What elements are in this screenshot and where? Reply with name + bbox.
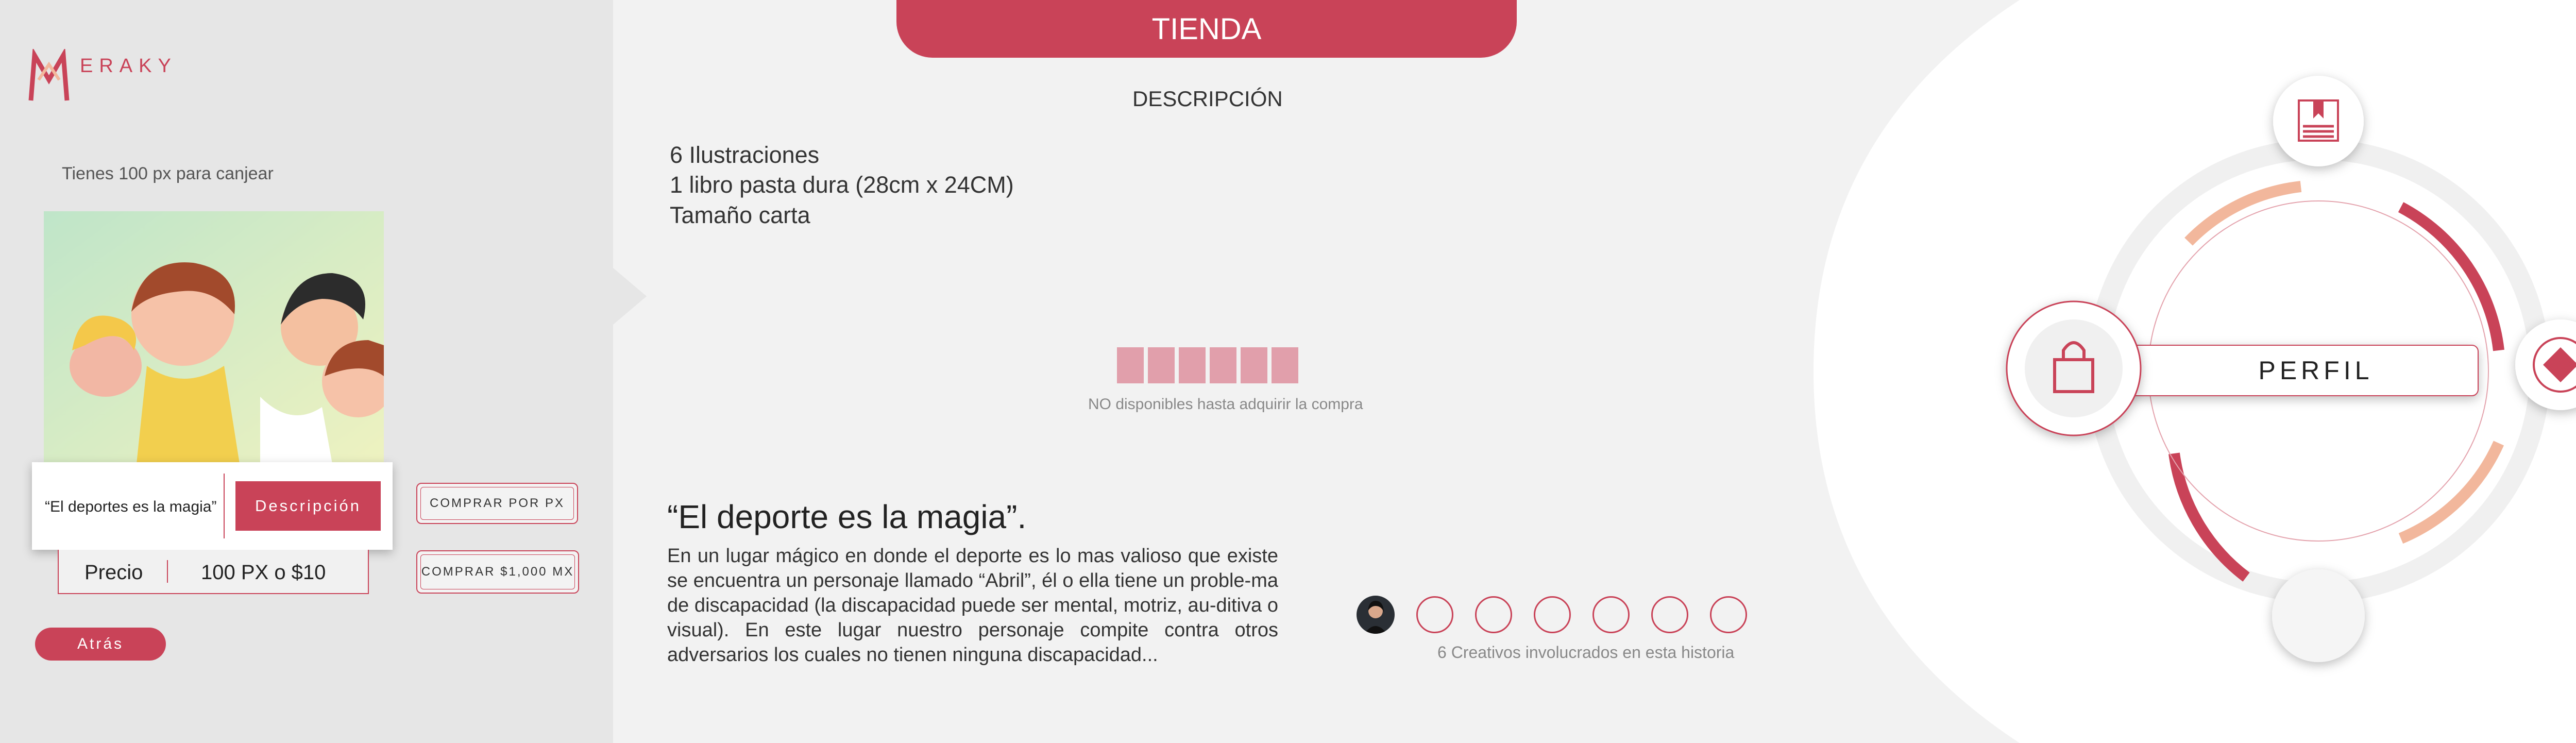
- creative-slot[interactable]: [1592, 596, 1630, 633]
- shopping-bag-icon[interactable]: [2006, 300, 2142, 436]
- book-icon[interactable]: [2273, 76, 2364, 166]
- creative-slot[interactable]: [1416, 596, 1453, 633]
- creatives-note: 6 Creativos involucrados en esta histori…: [1437, 643, 1735, 662]
- locked-note: NO disponibles hasta adquirir la compra: [1088, 396, 1363, 413]
- buy-with-px-label: COMPRAR POR PX: [420, 487, 574, 520]
- feature-item: 6 Ilustraciones: [670, 142, 820, 168]
- price-value: 100 PX o $10: [201, 561, 326, 584]
- price-divider: [167, 560, 168, 583]
- creative-slot[interactable]: [1710, 596, 1747, 633]
- locked-block: [1272, 347, 1298, 383]
- book-cover-illustration: [44, 211, 384, 464]
- creative-slot[interactable]: [1475, 596, 1512, 633]
- buy-with-px-button[interactable]: COMPRAR POR PX: [416, 483, 578, 524]
- feature-item: 1 libro pasta dura (28cm x 24CM): [670, 172, 1014, 198]
- redeem-text: Tienes 100 px para canjear: [62, 164, 274, 183]
- card-divider: [224, 474, 225, 538]
- locked-block: [1210, 347, 1236, 383]
- story-text: En un lugar mágico en donde el deporte e…: [667, 545, 1278, 666]
- description-heading: DESCRIPCIÓN: [1132, 87, 1283, 111]
- back-button[interactable]: Atrás: [35, 628, 166, 661]
- locked-block: [1241, 347, 1267, 383]
- panel-pointer: [613, 268, 647, 325]
- store-tab[interactable]: TIENDA: [896, 0, 1517, 58]
- product-title: “El deportes es la magia”: [45, 498, 217, 515]
- creative-avatar[interactable]: [1357, 596, 1395, 634]
- product-card: “El deportes es la magia” Descripción: [32, 462, 393, 550]
- locked-block: [1117, 347, 1144, 383]
- locked-block: [1148, 347, 1175, 383]
- price-box: Precio 100 PX o $10: [58, 550, 369, 594]
- creative-slot[interactable]: [1651, 596, 1688, 633]
- creatives-row: [1357, 596, 1747, 634]
- story-title: “El deporte es la magia”.: [667, 498, 1027, 535]
- creative-slot[interactable]: [1534, 596, 1571, 633]
- locked-block: [1179, 347, 1206, 383]
- locked-content-blocks: [1117, 347, 1298, 383]
- empty-nav-node[interactable]: [2272, 569, 2365, 662]
- svg-text:ERAKY: ERAKY: [80, 55, 177, 77]
- buy-with-money-label: COMPRAR $1,000 MX: [420, 554, 575, 589]
- buy-with-money-button[interactable]: COMPRAR $1,000 MX: [416, 550, 579, 594]
- description-button[interactable]: Descripción: [235, 481, 381, 531]
- meraky-logo: ERAKY: [28, 49, 177, 101]
- price-label: Precio: [84, 561, 143, 584]
- profile-label[interactable]: PERFIL: [2151, 356, 2481, 385]
- feature-item: Tamaño carta: [670, 202, 810, 228]
